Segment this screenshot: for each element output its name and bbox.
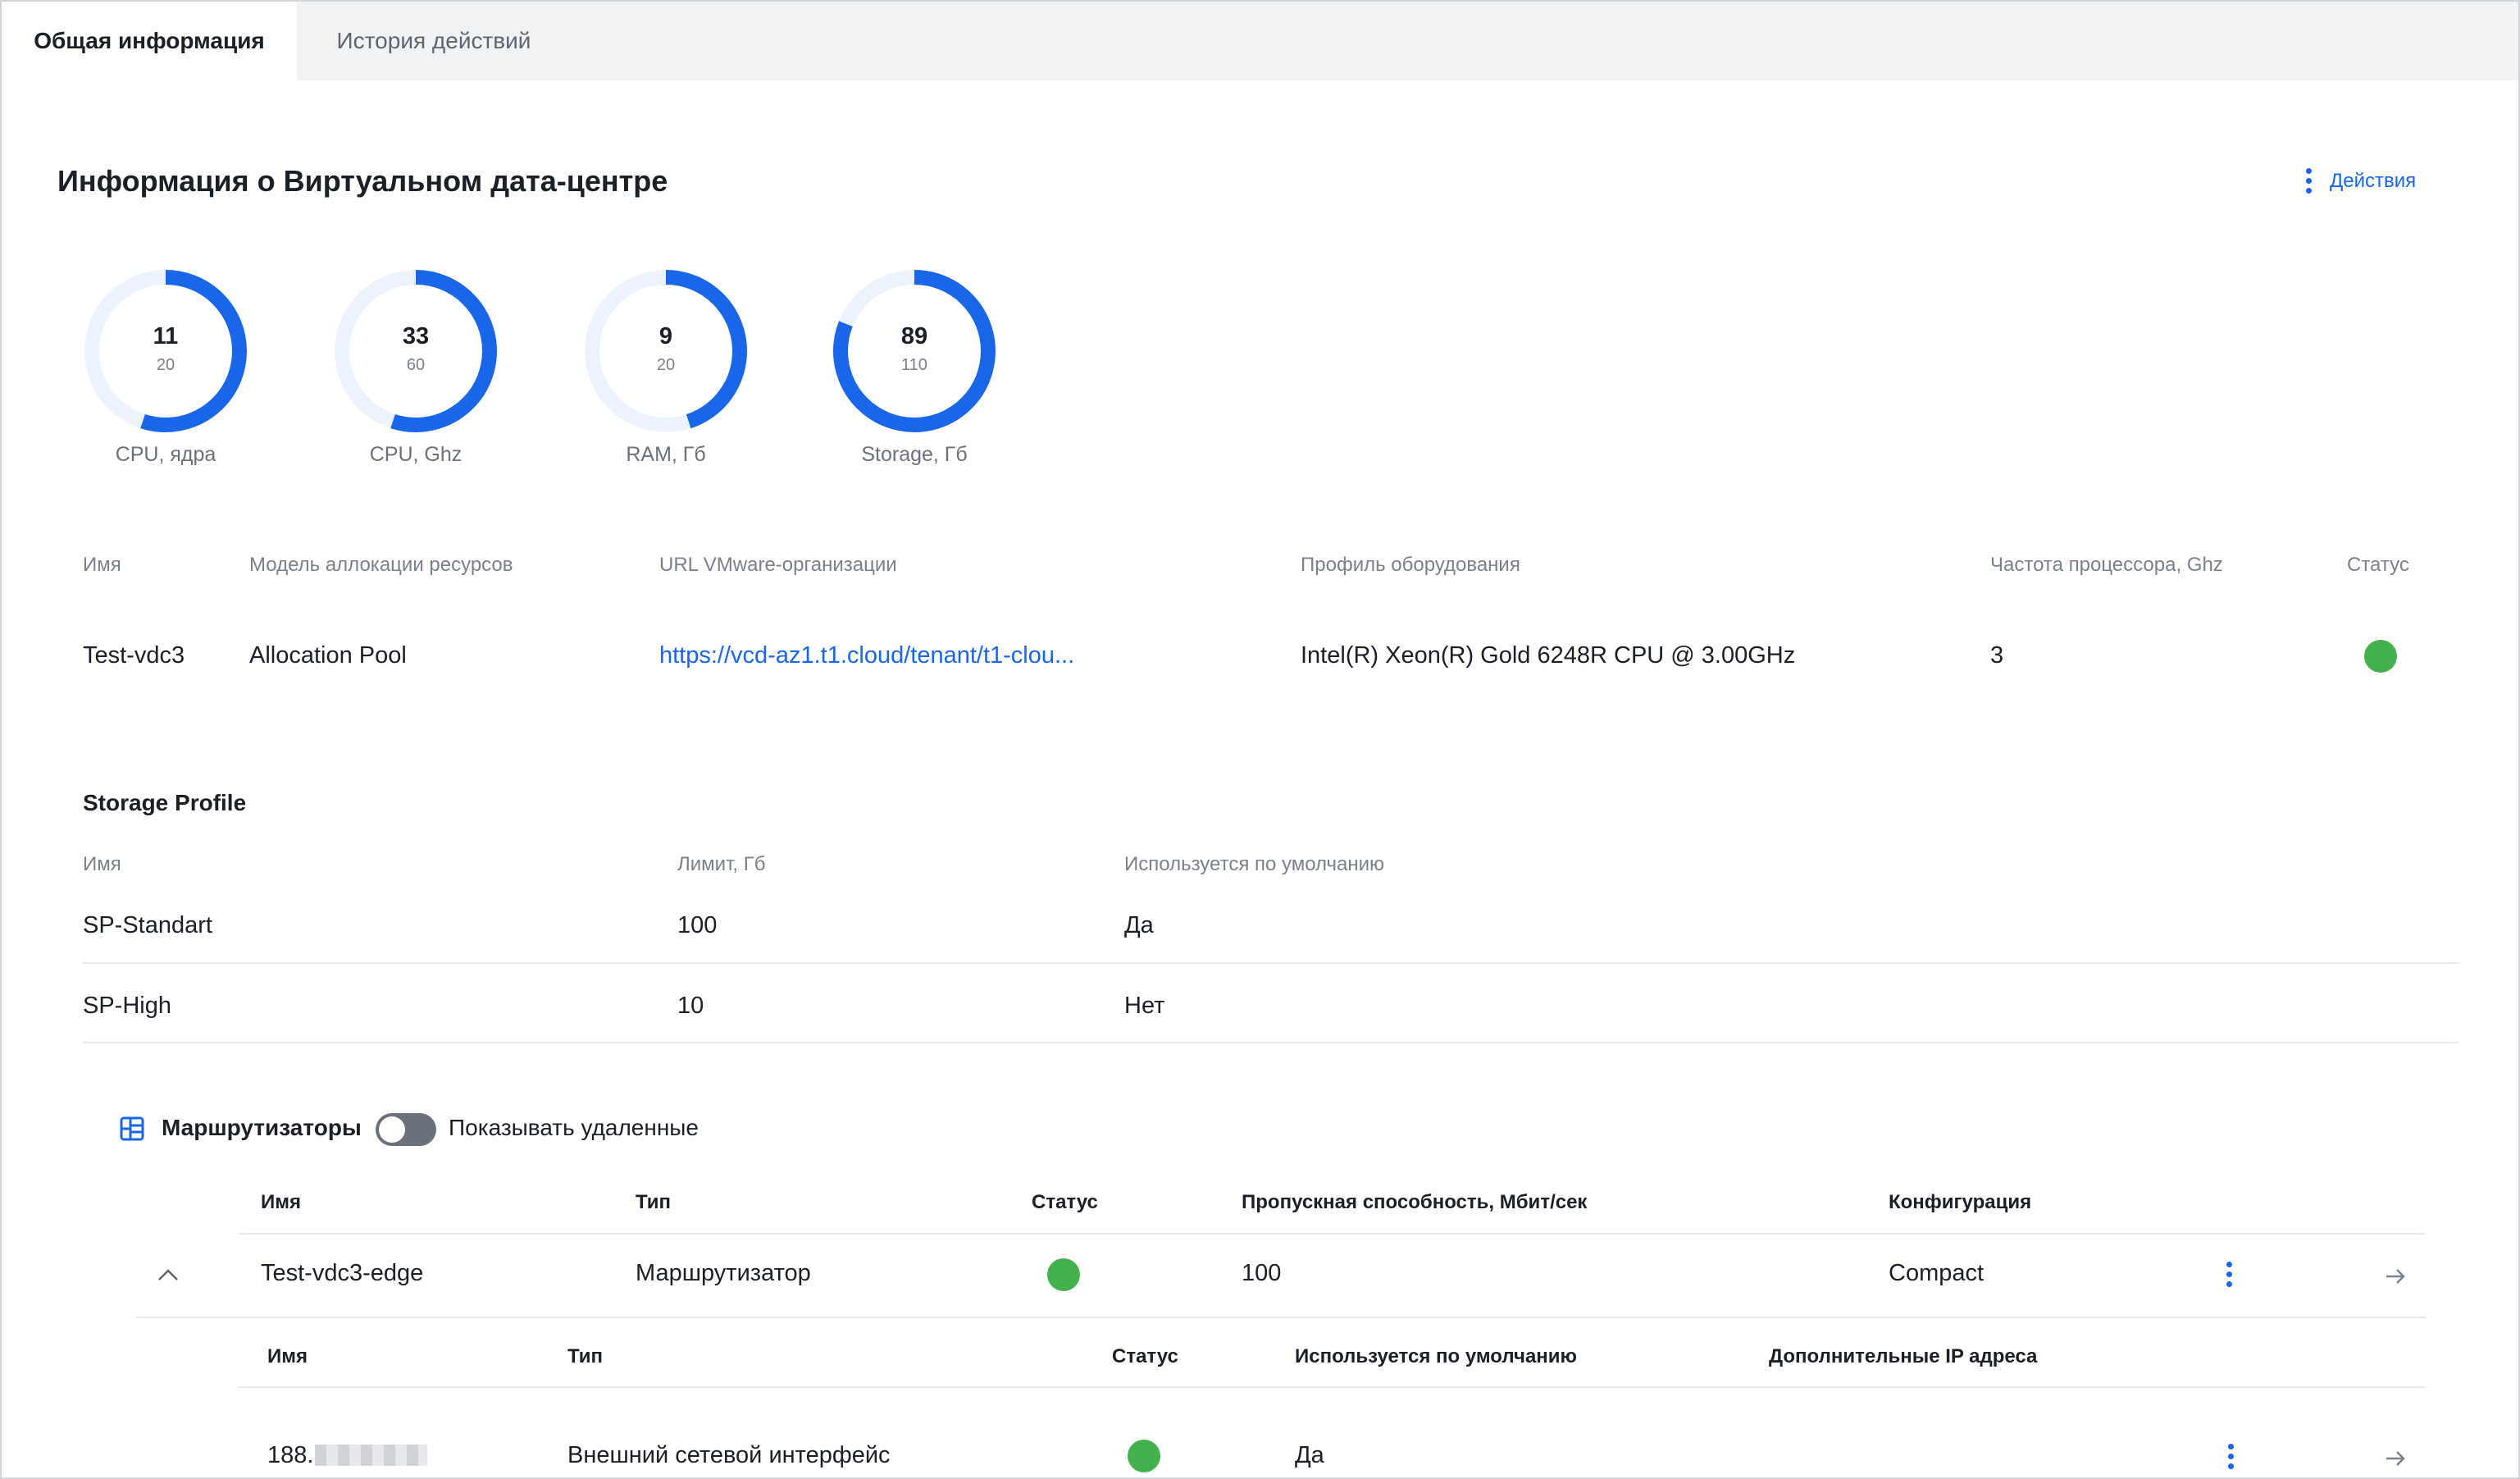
kebab-icon[interactable]: [2217, 1440, 2244, 1472]
show-deleted-label: Показывать удаленные: [449, 1115, 699, 1140]
routers-title: Маршрутизаторы: [162, 1115, 362, 1140]
gauge-max: 60: [406, 356, 426, 374]
row-divider: [136, 1317, 2426, 1318]
router-header-type: Тип: [636, 1191, 671, 1213]
gauge-value: 33: [402, 323, 430, 349]
vdc-cpu-frequency: 3: [1990, 642, 2004, 669]
interface-name: 188.: [267, 1442, 428, 1469]
router-name: Test-vdc3-edge: [261, 1260, 424, 1286]
actions-button[interactable]: Действия: [2306, 168, 2416, 194]
router-bandwidth: 100: [1242, 1260, 1282, 1286]
gauge-label: CPU, Ghz: [369, 443, 463, 466]
chevron-up-icon[interactable]: [153, 1262, 184, 1288]
show-deleted-toggle[interactable]: [376, 1113, 436, 1146]
row-divider: [83, 962, 2459, 964]
gauge-label: RAM, Гб: [626, 443, 706, 466]
gauge-ring: [585, 270, 747, 432]
gauge-max: 20: [156, 356, 175, 374]
table-icon: [120, 1116, 144, 1145]
interface-header-status: Статус: [1112, 1345, 1178, 1367]
tab-bar: Общая информация История действий: [2, 2, 2518, 80]
gauge-ring: [833, 270, 996, 432]
gauge-ring: [84, 270, 247, 432]
header-status: Статус: [2347, 554, 2409, 576]
storage-profile-title: Storage Profile: [83, 790, 247, 815]
router-header-name: Имя: [261, 1191, 302, 1213]
tab-action-history[interactable]: История действий: [297, 2, 571, 80]
header-cpu-frequency: Частота процессора, Ghz: [1990, 554, 2223, 576]
storage-row-name: SP-High: [83, 993, 171, 1019]
gauge-value: 11: [153, 323, 179, 349]
vdc-name: Test-vdc3: [83, 642, 185, 669]
interface-type: Внешний сетевой интерфейс: [567, 1442, 891, 1468]
header-hardware-profile: Профиль оборудования: [1301, 554, 1520, 576]
storage-row-limit: 10: [677, 993, 704, 1019]
interface-header-default: Используется по умолчанию: [1295, 1345, 1578, 1367]
gauge-ram: 9 20: [582, 267, 750, 435]
gauge-ring: [335, 270, 497, 432]
storage-header-default: Используется по умолчанию: [1124, 853, 1385, 875]
gauge-label: CPU, ядра: [115, 443, 216, 466]
storage-header-limit: Лимит, Гб: [677, 853, 766, 875]
storage-row-default: Да: [1124, 912, 1154, 938]
row-divider: [238, 1233, 2426, 1235]
gauge-cpu-ghz: 33 60: [332, 267, 499, 435]
router-header-status: Статус: [1032, 1191, 1098, 1213]
page-title: Информация о Виртуальном дата-центре: [57, 164, 668, 198]
arrow-right-icon[interactable]: [2381, 1444, 2410, 1473]
interface-header-type: Тип: [567, 1345, 603, 1367]
kebab-icon: [2306, 168, 2312, 194]
gauge-label: Storage, Гб: [861, 443, 968, 466]
storage-row-limit: 100: [677, 912, 718, 938]
router-type: Маршрутизатор: [636, 1260, 811, 1286]
row-divider: [83, 1042, 2459, 1043]
window-frame: [0, 0, 2520, 1479]
gauge-cpu-cores: 11 20: [82, 267, 249, 435]
gauge-value: 9: [658, 323, 673, 349]
arrow-right-icon[interactable]: [2381, 1262, 2410, 1291]
router-header-config: Конфигурация: [1889, 1191, 2032, 1213]
gauge-storage: 89 110: [831, 267, 998, 435]
status-indicator: [1047, 1258, 1080, 1291]
actions-label: Действия: [2330, 169, 2417, 192]
storage-row-default: Нет: [1124, 993, 1165, 1019]
header-url: URL VMware-организации: [659, 554, 897, 576]
interface-header-extra-ip: Дополнительные IP адреса: [1769, 1345, 2038, 1367]
gauge-max: 110: [901, 356, 927, 374]
router-header-bandwidth: Пропускная способность, Мбит/сек: [1242, 1191, 1588, 1213]
header-allocation-model: Модель аллокации ресурсов: [249, 554, 513, 576]
header-name: Имя: [83, 554, 121, 576]
gauge-value: 89: [900, 323, 928, 349]
redacted-ip: [315, 1445, 428, 1466]
storage-row-name: SP-Standart: [83, 912, 212, 938]
vdc-url-link[interactable]: https://vcd-az1.t1.cloud/tenant/t1-clou.…: [659, 642, 1074, 669]
interface-header-name: Имя: [267, 1345, 308, 1367]
vdc-hardware-profile: Intel(R) Xeon(R) Gold 6248R CPU @ 3.00GH…: [1301, 642, 1796, 669]
vdc-allocation-model: Allocation Pool: [249, 642, 407, 669]
gauge-max: 20: [656, 356, 676, 374]
interface-default: Да: [1295, 1442, 1324, 1468]
row-divider: [238, 1386, 2426, 1388]
tab-general-info[interactable]: Общая информация: [2, 2, 297, 80]
storage-header-name: Имя: [83, 853, 121, 875]
kebab-icon[interactable]: [2215, 1258, 2243, 1290]
router-config: Compact: [1889, 1260, 1985, 1286]
status-indicator: [1128, 1440, 1160, 1472]
status-indicator: [2364, 640, 2397, 673]
